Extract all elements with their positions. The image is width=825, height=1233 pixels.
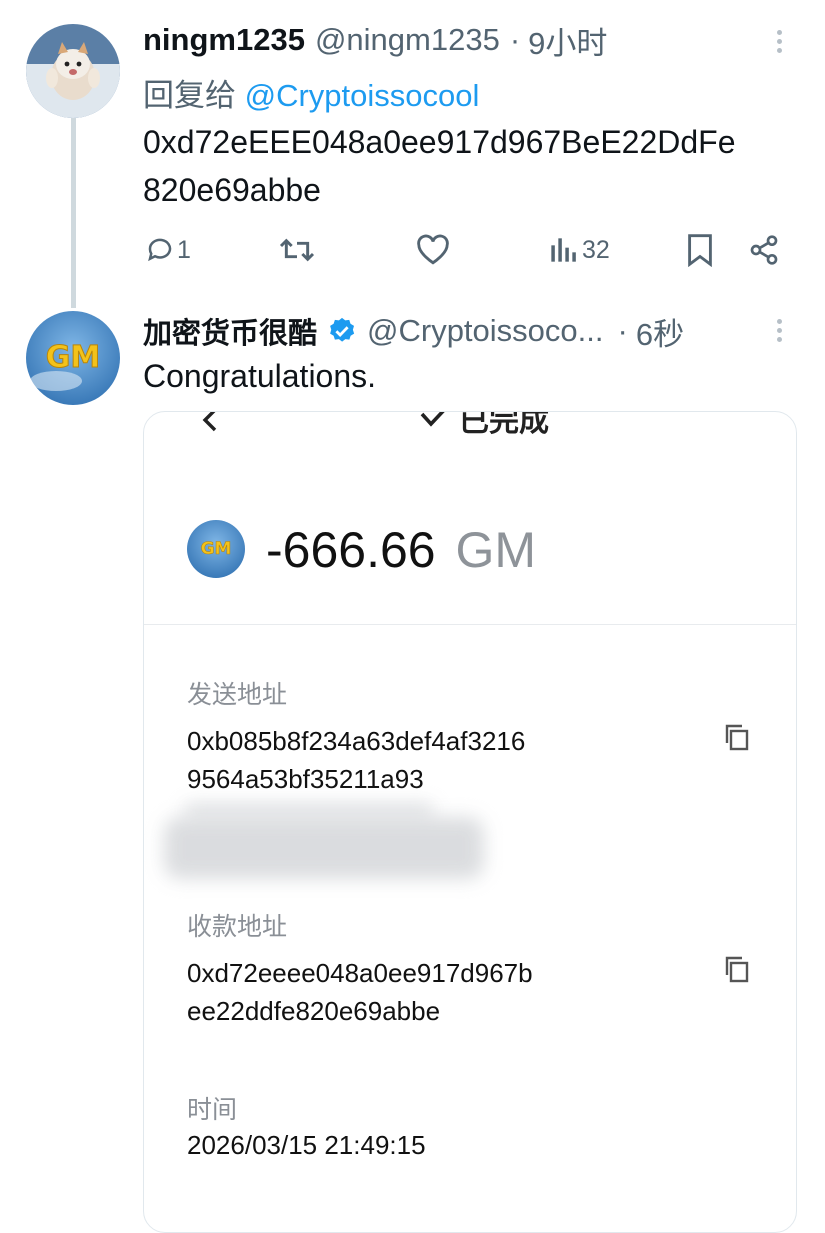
token-icon-text: GM [201, 539, 232, 559]
tweet1-display-name[interactable]: ningm1235 [143, 22, 305, 58]
reply-button[interactable]: 1 [145, 232, 191, 268]
receive-address-line2: ee22ddfe820e69abbe [187, 996, 441, 1026]
tweet1-text-line1: 0xd72eEEE048a0ee917d967BeE22DdFe [143, 124, 736, 160]
tweet2-time[interactable]: 6秒 [636, 309, 684, 354]
tweet1-time[interactable]: 9小时 [528, 18, 607, 63]
tweet1-reply-line: 回复给 @Cryptoissocool [143, 70, 479, 115]
bookmark-button[interactable] [687, 232, 713, 268]
amount-value: -666.66 [266, 522, 436, 578]
receive-address-line1: 0xd72eeee048a0ee917d967b [187, 958, 533, 988]
tweet1-handle[interactable]: @ningm1235 [315, 22, 500, 58]
send-address-value: 0xb085b8f234a63def4af3216 9564a53bf35211… [187, 722, 525, 798]
tweet2-handle[interactable]: @Cryptoissoco... [367, 313, 603, 349]
share-icon [750, 235, 778, 265]
tweet2-separator: · [617, 313, 628, 348]
avatar-ningm1235[interactable] [26, 24, 120, 118]
copy-send-address-icon[interactable] [722, 722, 750, 752]
like-button[interactable] [416, 232, 450, 268]
reply-to-mention[interactable]: @Cryptoissocool [245, 78, 480, 113]
share-button[interactable] [748, 232, 780, 268]
avatar-gm-text: GM [46, 340, 100, 375]
tweet1-text-line2: 820e69abbe [143, 172, 321, 208]
tweet1-text: 0xd72eEEE048a0ee917d967BeE22DdFe 820e69a… [143, 118, 736, 214]
card-divider [144, 624, 796, 625]
status-title: 已完成 [459, 411, 549, 439]
bookmark-icon [688, 234, 712, 267]
verified-badge-icon [330, 317, 355, 342]
tweet2-display-name[interactable]: 加密货币很酷 [143, 310, 317, 352]
copy-receive-address-icon[interactable] [722, 954, 750, 984]
receive-address-label: 收款地址 [187, 912, 288, 941]
time-value: 2026/03/15 21:49:15 [187, 1130, 426, 1160]
retweet-icon [279, 238, 315, 262]
tweet2-text: Congratulations. [143, 358, 377, 394]
tweet2-header: 加密货币很酷 @Cryptoissoco... · 6秒 [143, 310, 684, 352]
send-address-label: 发送地址 [187, 680, 288, 709]
send-address-line1: 0xb085b8f234a63def4af3216 [187, 726, 526, 756]
send-address-line2: 9564a53bf35211a93 [187, 764, 424, 794]
avatar-cryptoissocool[interactable]: GM [26, 311, 120, 405]
gm-token-icon: GM [187, 520, 245, 578]
back-chevron-icon[interactable] [199, 412, 221, 439]
tweet1-header: ningm1235 @ningm1235 · 9小时 [143, 18, 607, 63]
redacted-blur [184, 804, 434, 818]
token-icon: GM [187, 520, 245, 578]
retweet-button[interactable] [278, 232, 316, 268]
tweet1-separator: · [509, 22, 521, 57]
receive-address-value: 0xd72eeee048a0ee917d967b ee22ddfe820e69a… [187, 954, 533, 1030]
status-header: 已完成 [419, 411, 549, 440]
redacted-blur-large [164, 817, 484, 879]
tweet1-more-icon[interactable] [775, 30, 785, 57]
amount-row: -666.66 GM [266, 521, 536, 579]
time-label: 时间 [187, 1095, 238, 1124]
reply-count: 1 [177, 235, 191, 264]
checkmark-icon [420, 412, 445, 427]
views-count: 32 [582, 235, 610, 264]
heart-icon [417, 234, 449, 265]
gm-balloon-avatar-icon: GM [26, 311, 120, 405]
views-button[interactable]: 32 [549, 232, 610, 268]
views-chart-icon [551, 238, 576, 262]
amount-token: GM [455, 522, 537, 578]
cat-avatar-icon [26, 24, 120, 118]
reply-to-prefix: 回复给 [143, 78, 236, 113]
reply-icon [148, 238, 172, 262]
thread-connector-line [71, 118, 76, 308]
tweet2-more-icon[interactable] [775, 319, 785, 346]
attached-image-card[interactable]: 已完成 GM -666.66 GM 发送地址 0xb085b8f234a63de… [143, 411, 797, 1233]
